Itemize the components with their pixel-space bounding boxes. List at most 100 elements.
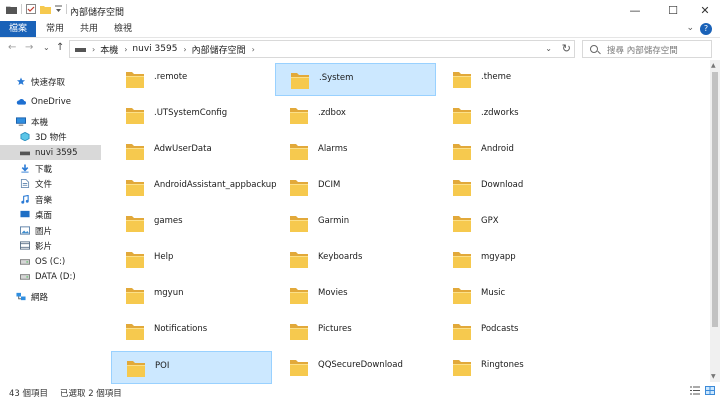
cube-icon bbox=[20, 131, 30, 142]
tab-file[interactable]: 檔案 bbox=[0, 21, 36, 37]
properties-icon[interactable] bbox=[26, 4, 36, 14]
folder-name: Podcasts bbox=[481, 324, 519, 334]
folder-name: .remote bbox=[154, 72, 188, 82]
folder-icon bbox=[125, 70, 145, 89]
sidebar-item-11[interactable]: 影片 bbox=[0, 238, 101, 253]
sidebar-item-label: 3D 物件 bbox=[35, 132, 67, 143]
new-folder-icon[interactable] bbox=[40, 4, 51, 14]
folder-name: AdwUserData bbox=[154, 144, 212, 154]
address-bar[interactable]: › 本機 › nuvi 3595 › 內部儲存空間 › ⌄ ↻ bbox=[69, 40, 575, 58]
folder-item[interactable]: Garmin bbox=[275, 207, 436, 240]
expand-ribbon-icon[interactable]: ⌄ bbox=[686, 23, 694, 33]
folder-item[interactable]: GPX bbox=[438, 207, 599, 240]
folder-item[interactable]: Help bbox=[111, 243, 272, 276]
search-box[interactable]: 搜尋 內部儲存空間 bbox=[582, 40, 712, 58]
sidebar-item-8[interactable]: 音樂 bbox=[0, 192, 101, 207]
sidebar-item-3[interactable]: 本機 bbox=[0, 114, 101, 129]
breadcrumb-internal-storage[interactable]: 內部儲存空間 bbox=[192, 43, 246, 56]
folder-icon bbox=[289, 322, 309, 341]
folder-item[interactable]: Movies bbox=[275, 279, 436, 312]
large-icons-view-icon[interactable] bbox=[705, 386, 715, 395]
folder-item[interactable]: Keyboards bbox=[275, 243, 436, 276]
selected-count: 已選取 2 個項目 bbox=[60, 389, 122, 399]
sidebar-item-1[interactable]: 快速存取 bbox=[0, 74, 101, 89]
scroll-down-icon[interactable]: ▼ bbox=[711, 373, 716, 380]
tab-share[interactable]: 共用 bbox=[72, 21, 106, 37]
scroll-up-icon[interactable]: ▲ bbox=[711, 62, 716, 69]
folder-item[interactable]: .System bbox=[275, 63, 436, 96]
folder-item[interactable]: .zdworks bbox=[438, 99, 599, 132]
sidebar-item-5[interactable]: nuvi 3595 bbox=[0, 145, 101, 160]
folder-name: POI bbox=[155, 361, 170, 371]
minimize-button[interactable]: — bbox=[618, 0, 652, 21]
desktop-icon bbox=[20, 210, 30, 219]
folder-item[interactable]: .zdbox bbox=[275, 99, 436, 132]
breadcrumb-nuvi[interactable]: nuvi 3595 bbox=[132, 44, 177, 54]
tab-view[interactable]: 檢視 bbox=[106, 21, 140, 37]
folder-icon bbox=[290, 71, 310, 90]
folder-icon bbox=[125, 214, 145, 233]
tab-home[interactable]: 常用 bbox=[38, 21, 72, 37]
help-icon[interactable]: ? bbox=[700, 23, 712, 35]
folder-item[interactable]: mgyun bbox=[111, 279, 272, 312]
folder-item[interactable]: Pictures bbox=[275, 315, 436, 348]
pictures-icon bbox=[20, 226, 30, 235]
sidebar-item-7[interactable]: 文件 bbox=[0, 176, 101, 191]
folder-icon bbox=[289, 106, 309, 125]
close-button[interactable]: ✕ bbox=[688, 0, 720, 21]
vertical-scrollbar[interactable]: ▲ ▼ bbox=[710, 60, 720, 382]
folder-item[interactable]: .UTSystemConfig bbox=[111, 99, 272, 132]
up-button[interactable]: ↑ bbox=[56, 42, 64, 53]
sidebar-item-2[interactable]: OneDrive bbox=[0, 94, 101, 109]
folder-name: DCIM bbox=[318, 180, 341, 190]
folder-item[interactable]: Alarms bbox=[275, 135, 436, 168]
folder-item[interactable]: POI bbox=[111, 351, 272, 384]
sidebar-item-13[interactable]: DATA (D:) bbox=[0, 269, 101, 284]
folder-item[interactable]: Download bbox=[438, 171, 599, 204]
folder-icon bbox=[289, 214, 309, 233]
address-dropdown-icon[interactable]: ⌄ bbox=[545, 44, 552, 53]
folder-item[interactable]: Podcasts bbox=[438, 315, 599, 348]
sidebar-item-4[interactable]: 3D 物件 bbox=[0, 129, 101, 144]
sidebar-item-10[interactable]: 圖片 bbox=[0, 223, 101, 238]
folder-item[interactable]: Ringtones bbox=[438, 351, 599, 384]
folder-name: games bbox=[154, 216, 183, 226]
search-input[interactable]: 搜尋 內部儲存空間 bbox=[607, 44, 678, 56]
details-view-icon[interactable] bbox=[690, 386, 700, 395]
maximize-button[interactable]: ☐ bbox=[656, 0, 690, 21]
sidebar-item-9[interactable]: 桌面 bbox=[0, 207, 101, 222]
folder-item[interactable]: Android bbox=[438, 135, 599, 168]
folder-item[interactable]: AndroidAssistant_appbackup bbox=[111, 171, 277, 204]
customize-toolbar-icon[interactable] bbox=[55, 5, 62, 13]
sidebar-item-6[interactable]: 下載 bbox=[0, 161, 101, 176]
folder-item[interactable]: Music bbox=[438, 279, 599, 312]
breadcrumb-this-pc[interactable]: 本機 bbox=[100, 43, 118, 56]
folder-item[interactable]: .theme bbox=[438, 63, 599, 96]
folder-item[interactable]: AdwUserData bbox=[111, 135, 272, 168]
sidebar-item-12[interactable]: OS (C:) bbox=[0, 254, 101, 269]
sidebar-item-label: 音樂 bbox=[35, 195, 53, 206]
sidebar-item-label: OS (C:) bbox=[35, 256, 66, 267]
sidebar-item-label: 文件 bbox=[35, 179, 53, 190]
folder-name: .System bbox=[319, 73, 354, 83]
folder-item[interactable]: mgyapp bbox=[438, 243, 599, 276]
folder-item[interactable]: .remote bbox=[111, 63, 272, 96]
folder-item[interactable]: games bbox=[111, 207, 272, 240]
refresh-icon[interactable]: ↻ bbox=[562, 42, 571, 55]
folder-item[interactable]: DCIM bbox=[275, 171, 436, 204]
forward-button[interactable]: → bbox=[25, 42, 33, 53]
back-button[interactable]: ← bbox=[8, 42, 16, 53]
ribbon: 檔案 常用 共用 檢視 ⌄ ? bbox=[0, 21, 720, 38]
drive-icon bbox=[20, 272, 30, 281]
folder-item[interactable]: Notifications bbox=[111, 315, 272, 348]
music-icon bbox=[20, 194, 30, 204]
folder-item[interactable]: QQSecureDownload bbox=[275, 351, 436, 384]
recent-locations-button[interactable]: ⌄ bbox=[43, 43, 50, 52]
search-icon bbox=[590, 45, 598, 53]
folder-name: .zdworks bbox=[481, 108, 519, 118]
scroll-thumb[interactable] bbox=[712, 72, 718, 327]
sidebar-item-label: OneDrive bbox=[31, 96, 71, 107]
folder-name: Download bbox=[481, 180, 524, 190]
sidebar-item-14[interactable]: 網路 bbox=[0, 289, 101, 304]
sidebar-item-label: 網路 bbox=[31, 292, 49, 303]
